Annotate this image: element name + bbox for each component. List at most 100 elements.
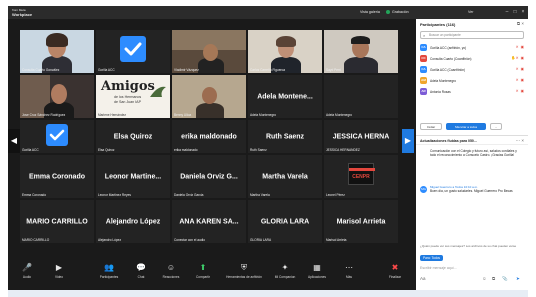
video-tile[interactable]: Martha Varela Martha Varela [248,155,322,198]
end-icon: ✖ [391,263,399,272]
more-options-button[interactable]: ... [490,123,502,130]
chat-message: MG Miguel Guerrero a Todos 10:10 a.m. Bu… [420,185,524,215]
recording-label: Grabación [392,10,409,14]
participant-status: ✕ ▣ [516,67,524,71]
tile-label: Adela Montenegro [326,113,353,117]
video-button[interactable]: ▶ Video [44,263,74,279]
close-icon[interactable]: × [520,9,526,15]
tile-name: Daniela Orviz G... [180,173,238,180]
chat-options-icon[interactable]: ⋯ × [516,138,524,144]
video-tile[interactable]: erika maldonado erika maldonado [172,120,246,153]
participants-button[interactable]: 👥 Participantes [94,263,124,279]
tile-label: Alejandro López [98,238,122,242]
video-tile[interactable]: ANA KAREN SA... Conectar con el audio [172,200,246,243]
participant-row[interactable]: AM Adela Montenegro ✕ ▣ [416,75,528,86]
video-tile[interactable]: GLORIA LARA GLORIA LARA [248,200,322,243]
avatar: CA [420,44,427,51]
chat-privacy-note[interactable]: ¿Quién puede ver sus mensajes? Los archi… [420,244,524,249]
video-tile[interactable]: Carlos Carreño Figueroa [248,30,322,73]
avatar: CC [420,55,427,62]
video-tile[interactable]: Jose Cruz Sánchez Rodríguez [20,75,94,118]
apps-icon: ▦ [313,263,321,272]
chat-compose-input[interactable]: Escribir mensaje aquí... [420,264,524,272]
mute-all-button[interactable]: Silenciar a todos [446,123,486,130]
screenshot-icon[interactable]: ⧉ [492,276,495,281]
video-tile[interactable]: JESSICA HERNA JESSICA HERNANDEZ [324,120,398,153]
tile-label: GLORIA LARA [250,238,272,242]
chat-icon: 💬 [136,263,146,272]
apps-button[interactable]: ▦ Aplicaciones [302,263,332,279]
tile-name: GLORIA LARA [260,218,310,225]
mic-muted-icon: ✕ [515,56,519,60]
video-tile[interactable]: MARIO CARRILLO MARIO CARRILLO [20,200,94,243]
tile-name: Emma Coronado [28,173,85,180]
participants-title: Participantes (116) [420,22,456,27]
tile-label: Conectar con el audio [174,238,206,242]
participant-row[interactable]: CA Gorilla ACC (Coanfitrión) ✕ ▣ [416,64,528,75]
video-tile[interactable]: Elsa Quiroz Elsa Quiroz [96,120,170,153]
reactions-icon: ☺ [166,263,176,272]
tile-name: ANA KAREN SA... [179,218,239,225]
participant-name: Consulta Cuarto (Coanfitrión) [430,56,472,61]
title-bar: from Meta Workplace Vista galería Grabac… [8,6,528,19]
minimize-icon[interactable]: – [504,9,510,15]
video-tile[interactable]: Emma Coronado Emma Coronado [20,155,94,198]
gallery-view-label[interactable]: Vista galería [360,10,380,14]
more-button[interactable]: ⋯ Más [334,263,364,279]
chat-button[interactable]: 💬 Chat [126,263,156,279]
video-tile[interactable]: Adela Montenegro [324,75,398,118]
video-tile[interactable]: Vladimir Vázquez [172,30,246,73]
participant-row[interactable]: AR Antonia Rosas ✕ ▣ [416,86,528,97]
video-tile[interactable]: Alejandro López Alejandro López [96,200,170,243]
participant-list: CA Gorilla ACC (anfitrión, yo) ✕ ▣ CC Con… [416,42,528,97]
send-icon[interactable]: ➤ [516,276,520,282]
panel-popout-icon[interactable]: ⧉ × [517,21,524,26]
tile-name: erika maldonado [181,133,237,140]
video-tile[interactable]: Leonor Martine... Leonor Martinez Reyes [96,155,170,198]
share-button[interactable]: ⬆ Compartir [188,263,218,279]
reactions-button[interactable]: ☺ Reacciones [156,263,186,279]
participant-row[interactable]: CC Consulta Cuarto (Coanfitrión) ✋✕ ▣ [416,53,528,64]
participant-search-input[interactable]: ⌕ Buscar un participante [420,31,524,39]
avatar: MG [420,186,427,193]
companion-button[interactable]: ✦ Mi Companion [270,263,300,279]
emoji-icon[interactable]: ☺ [482,276,487,281]
video-tile[interactable]: Benny Ulloa [172,75,246,118]
video-tile[interactable]: Gorilla ACC [20,120,94,153]
video-tile[interactable]: CENPR Leonel Pérez [324,155,398,198]
video-tile[interactable]: Daniela Orviz G... Daniela Orviz Garcia [172,155,246,198]
video-tile[interactable]: Sayd Perri [324,30,398,73]
mic-icon: 🎤 [22,263,32,272]
video-off-icon: ▣ [520,45,524,49]
host-tools-button[interactable]: ⛨ Herramientas de anfitrión [224,263,264,279]
next-page-arrow-icon[interactable]: ▶ [402,129,414,153]
maximize-icon[interactable]: □ [512,9,518,15]
video-tile[interactable]: Gorilla ACC [96,30,170,73]
participant-row[interactable]: CA Gorilla ACC (anfitrión, yo) ✕ ▣ [416,42,528,53]
tile-label: Daniela Orviz Garcia [174,193,204,197]
participant-status: ✕ ▣ [516,78,524,82]
video-tile[interactable]: Consulta Cuarto González [20,30,94,73]
prev-page-arrow-icon[interactable]: ◀ [8,129,20,153]
video-tile[interactable]: Marisol Arrieta Marisol Arrieta [324,200,398,243]
avatar: CA [420,66,427,73]
video-tile[interactable]: Adela Montene... Adela Montenegro [248,75,322,118]
recording-icon [386,10,390,14]
chat-header: Actualizaciones fluidas para 050... ⋯ × [416,135,528,145]
view-menu[interactable]: Ver [468,10,473,14]
file-icon[interactable]: 📎 [502,276,508,282]
format-icon[interactable]: Aa [420,276,426,281]
tile-name: Ruth Saenz [265,133,305,140]
audio-button[interactable]: 🎤 Audio [12,263,42,279]
invite-button[interactable]: Invitar [420,123,442,130]
send-to-selector[interactable]: Para: Todos [420,255,443,261]
chat-message: Comunicación con el Colegio y futuro así… [420,149,524,179]
tile-label: erika maldonado [174,148,198,152]
end-button[interactable]: ✖ Finalizar [380,263,410,279]
video-tile[interactable]: Amigos de los Hermanos de San Juan IAP M… [96,75,170,118]
tile-label: Benny Ulloa [174,113,192,117]
side-panel: Participantes (116) ⧉ × ⌕ Buscar un part… [416,19,528,290]
tile-label: Elsa Quiroz [98,148,115,152]
tile-name: Marisol Arrieta [336,218,386,225]
video-tile[interactable]: Ruth Saenz Ruth Saenz [248,120,322,153]
